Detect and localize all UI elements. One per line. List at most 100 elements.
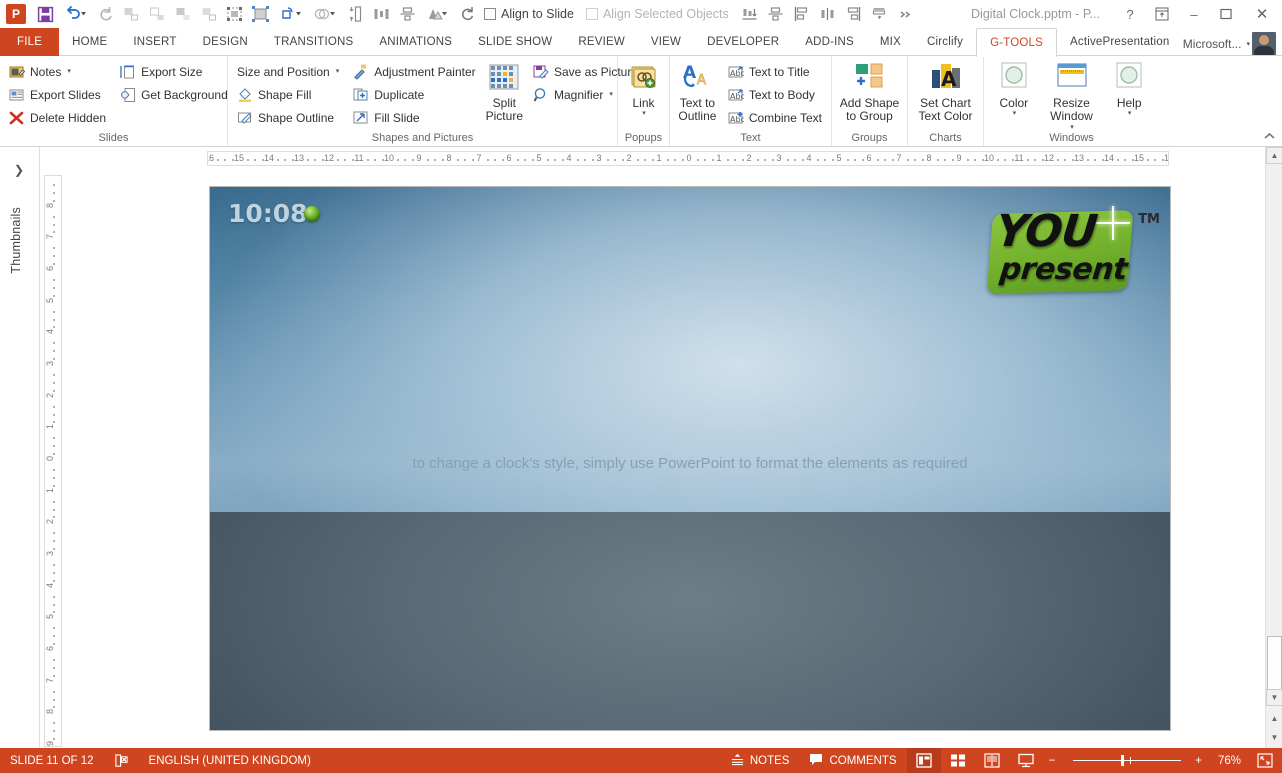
send-to-back-icon[interactable] bbox=[867, 2, 893, 26]
align-left-icon[interactable] bbox=[118, 2, 144, 26]
tab-activepresentation[interactable]: ActivePresentation bbox=[1057, 28, 1183, 56]
export-slides-button[interactable]: Export Slides bbox=[5, 83, 110, 106]
spellcheck-icon[interactable] bbox=[104, 748, 139, 773]
magnifier-icon bbox=[533, 87, 549, 103]
tab-mix[interactable]: MIX bbox=[867, 28, 914, 56]
tab-animations[interactable]: ANIMATIONS bbox=[366, 28, 465, 56]
maximize-button[interactable] bbox=[1210, 0, 1242, 28]
zoom-slider[interactable] bbox=[1073, 755, 1182, 766]
slide-sorter-button[interactable] bbox=[941, 748, 975, 773]
notes-button[interactable]: Notes ▾ bbox=[5, 60, 110, 83]
tab-transitions[interactable]: TRANSITIONS bbox=[261, 28, 367, 56]
chevron-down-icon[interactable]: ▾ bbox=[642, 110, 646, 117]
previous-slide-button[interactable]: ▲ bbox=[1266, 710, 1282, 727]
help-button[interactable]: ? bbox=[1114, 0, 1146, 28]
zoom-slider-handle[interactable] bbox=[1121, 755, 1125, 766]
tab-slide-show[interactable]: SLIDE SHOW bbox=[465, 28, 565, 56]
tab-g-tools[interactable]: G-TOOLS bbox=[976, 28, 1058, 57]
delete-hidden-button[interactable]: Delete Hidden bbox=[5, 106, 110, 129]
chevron-right-icon[interactable]: ❯ bbox=[14, 163, 24, 177]
align-center-h-icon[interactable] bbox=[763, 2, 789, 26]
align-distribute-icon[interactable] bbox=[815, 2, 841, 26]
language-status[interactable]: ENGLISH (UNITED KINGDOM) bbox=[139, 748, 321, 773]
shape-outline-button[interactable]: Shape Outline bbox=[233, 106, 343, 129]
chevron-down-icon[interactable]: ▾ bbox=[1013, 110, 1017, 117]
comments-toggle[interactable]: COMMENTS bbox=[799, 748, 906, 773]
more-commands-icon[interactable] bbox=[893, 2, 919, 26]
get-background-button[interactable]: Get Background bbox=[116, 83, 232, 106]
slide-body-text[interactable]: to change a clock’s style, simply use Po… bbox=[210, 455, 1170, 472]
duplicate-button[interactable]: Duplicate bbox=[349, 83, 479, 106]
normal-view-button[interactable] bbox=[906, 748, 941, 773]
align-right-edge-icon[interactable] bbox=[841, 2, 867, 26]
align-selected-objects-checkbox[interactable] bbox=[585, 8, 598, 20]
shape-fill-button[interactable]: Shape Fill bbox=[233, 83, 343, 106]
zoom-in-button[interactable]: + bbox=[1189, 748, 1208, 773]
rotate-shape-icon[interactable] bbox=[274, 2, 308, 26]
slide-counter[interactable]: SLIDE 11 OF 12 bbox=[0, 748, 104, 773]
notes-toggle[interactable]: NOTES bbox=[721, 748, 800, 773]
vertical-scrollbar[interactable]: ▲ ▼ ▲ ▼ bbox=[1265, 147, 1282, 748]
minimize-button[interactable]: – bbox=[1178, 0, 1210, 28]
distribute-vertical-icon[interactable] bbox=[342, 2, 368, 26]
collapse-ribbon-button[interactable] bbox=[1263, 131, 1276, 144]
tab-developer[interactable]: DEVELOPER bbox=[694, 28, 792, 56]
chevron-down-icon[interactable]: ▾ bbox=[67, 68, 71, 75]
tab-design[interactable]: DESIGN bbox=[190, 28, 261, 56]
align-selected-objects-toggle[interactable]: Align Selected Objects bbox=[582, 2, 737, 26]
save-icon[interactable] bbox=[32, 2, 58, 26]
undo-icon[interactable] bbox=[58, 2, 92, 26]
align-middle-icon[interactable] bbox=[394, 2, 420, 26]
reading-view-button[interactable] bbox=[975, 748, 1009, 773]
align-right-icon[interactable] bbox=[170, 2, 196, 26]
tab-circlify[interactable]: Circlify bbox=[914, 28, 976, 56]
redo-icon[interactable] bbox=[92, 2, 118, 26]
ruler-tick bbox=[53, 183, 55, 186]
zoom-out-button[interactable]: − bbox=[1043, 748, 1066, 773]
scroll-up-button[interactable]: ▲ bbox=[1266, 147, 1282, 164]
account-menu[interactable]: Microsoft... ▾ bbox=[1183, 37, 1250, 51]
tab-insert[interactable]: INSERT bbox=[120, 28, 189, 56]
chevron-down-icon[interactable]: ▾ bbox=[609, 91, 613, 98]
ruler-tick bbox=[53, 540, 55, 543]
adjustment-painter-button[interactable]: Adjustment Painter bbox=[349, 60, 479, 83]
slide-canvas[interactable]: 10:08 to change a clock’s style, simply … bbox=[210, 187, 1170, 730]
align-bottom-icon[interactable] bbox=[737, 2, 763, 26]
combine-text-button[interactable]: Abc Combine Text bbox=[724, 106, 826, 129]
text-to-title-button[interactable]: Abc Text to Title bbox=[724, 60, 826, 83]
align-left-edge-icon[interactable] bbox=[789, 2, 815, 26]
fit-to-window-button[interactable] bbox=[1248, 748, 1282, 773]
clock-time-text[interactable]: 10:08 bbox=[228, 199, 308, 228]
chevron-down-icon[interactable]: ▾ bbox=[1070, 124, 1074, 131]
tab-home[interactable]: HOME bbox=[59, 28, 120, 56]
distribute-horizontal-icon[interactable] bbox=[368, 2, 394, 26]
slideshow-button[interactable] bbox=[1009, 748, 1043, 773]
avatar[interactable] bbox=[1252, 32, 1276, 56]
tab-review[interactable]: REVIEW bbox=[565, 28, 638, 56]
ribbon-display-options-button[interactable] bbox=[1146, 0, 1178, 28]
text-to-body-button[interactable]: Abc Text to Body bbox=[724, 83, 826, 106]
close-button[interactable]: ✕ bbox=[1242, 0, 1282, 28]
fill-slide-button[interactable]: Fill Slide bbox=[349, 106, 479, 129]
align-top-icon[interactable] bbox=[196, 2, 222, 26]
tab-add-ins[interactable]: ADD-INS bbox=[792, 28, 867, 56]
merge-shapes-icon[interactable] bbox=[308, 2, 342, 26]
zoom-level[interactable]: 76% bbox=[1208, 748, 1248, 773]
chevron-down-icon[interactable]: ▾ bbox=[336, 68, 340, 75]
chevron-down-icon[interactable]: ▾ bbox=[1128, 110, 1132, 117]
ungroup-icon[interactable] bbox=[248, 2, 274, 26]
export-size-button[interactable]: Export Size bbox=[116, 60, 232, 83]
green-dot-icon[interactable] bbox=[304, 206, 320, 222]
tab-file[interactable]: FILE bbox=[0, 28, 60, 56]
tab-view[interactable]: VIEW bbox=[638, 28, 694, 56]
reset-icon[interactable] bbox=[454, 2, 480, 26]
scroll-down-button[interactable]: ▼ bbox=[1266, 689, 1282, 706]
size-and-position-button[interactable]: Size and Position ▾ bbox=[233, 60, 343, 83]
align-to-slide-checkbox[interactable] bbox=[484, 8, 496, 20]
align-center-icon[interactable] bbox=[144, 2, 170, 26]
align-to-slide-toggle[interactable]: Align to Slide bbox=[480, 2, 582, 26]
next-slide-button[interactable]: ▼ bbox=[1266, 729, 1282, 746]
group-icon[interactable] bbox=[222, 2, 248, 26]
bring-forward-icon[interactable] bbox=[420, 2, 454, 26]
youpresent-logo[interactable]: YOU present TM bbox=[982, 204, 1162, 304]
